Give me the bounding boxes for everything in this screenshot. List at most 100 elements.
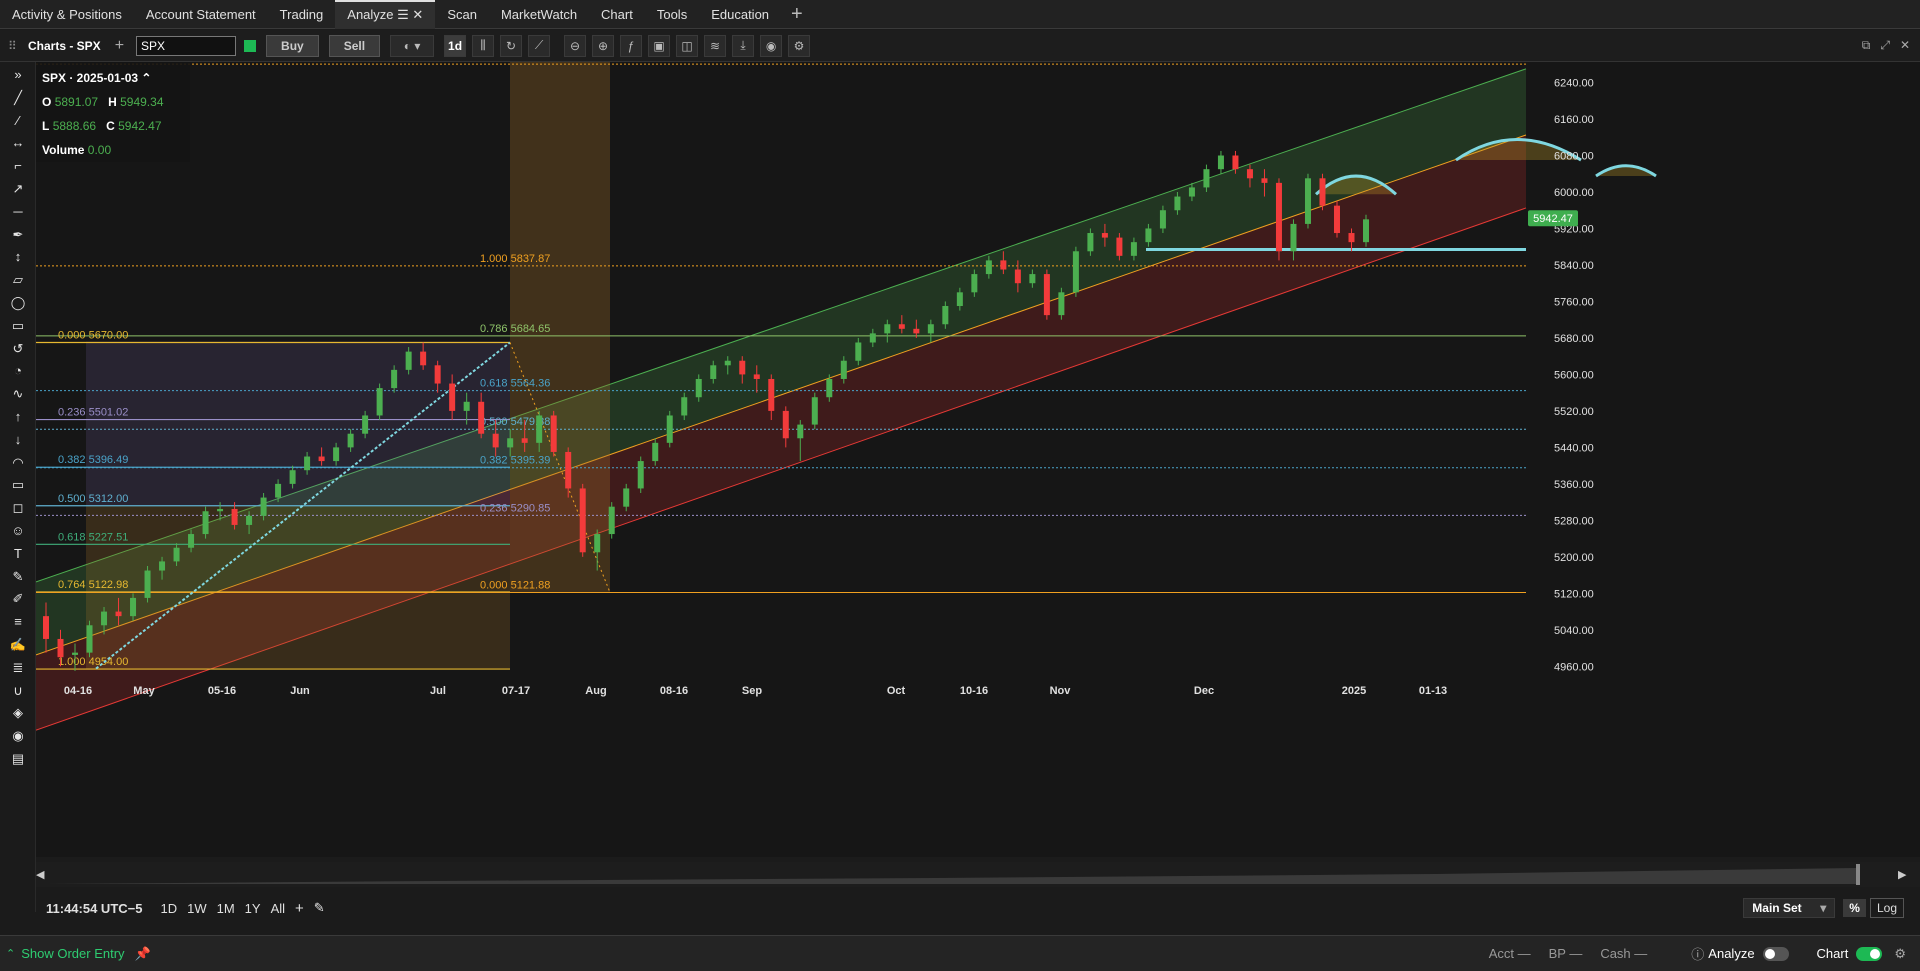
- log-toggle[interactable]: Log: [1869, 898, 1904, 918]
- arrow-up-icon[interactable]: ↑: [9, 408, 27, 426]
- info-icon: ⓘ: [1691, 947, 1705, 962]
- add-range-icon[interactable]: +: [295, 900, 304, 917]
- tab-education[interactable]: Education: [699, 0, 781, 29]
- tab-chart[interactable]: Chart: [589, 0, 645, 29]
- fib-ext-label: 1.618 6280.35: [480, 62, 550, 63]
- settings-gear-icon[interactable]: ⚙: [1894, 946, 1906, 962]
- expand-icon[interactable]: »: [9, 66, 27, 84]
- tab-trading[interactable]: Trading: [268, 0, 336, 29]
- camera-icon[interactable]: ◉: [760, 34, 783, 57]
- buy-button[interactable]: Buy: [266, 34, 319, 57]
- show-order-entry-link[interactable]: Show Order Entry: [21, 946, 124, 961]
- trendline-icon[interactable]: ╱: [9, 89, 27, 107]
- expand-icon[interactable]: ⤢: [1880, 38, 1890, 53]
- drag-handle-icon[interactable]: ⠿: [8, 39, 18, 53]
- range-1y-button[interactable]: 1Y: [245, 901, 261, 916]
- settings-gear-icon[interactable]: ⚙: [788, 34, 811, 57]
- chart-style-dropdown-icon[interactable]: ◐ ▾: [390, 34, 435, 57]
- sell-button[interactable]: Sell: [328, 34, 381, 57]
- x-tick-label: 08-16: [660, 685, 688, 697]
- eye-icon[interactable]: ◉: [9, 727, 27, 745]
- range-all-button[interactable]: All: [271, 901, 285, 916]
- rectangle-icon[interactable]: ▭: [9, 317, 27, 335]
- tab-account[interactable]: Account Statement: [134, 0, 268, 29]
- refresh-icon[interactable]: ↻: [500, 34, 523, 57]
- price-chart[interactable]: 0.000 5670.00 0.236 5501.02 0.382 5396.49 0…: [35, 51, 1920, 857]
- layout-icon[interactable]: ◫: [676, 34, 699, 57]
- ohlc-header[interactable]: SPX · 2025-01-03 ⌃: [42, 71, 151, 85]
- y-tick-label: 5680.00: [1554, 333, 1594, 345]
- candle-body: [521, 438, 528, 443]
- fib-ext-label: 0.236 5290.85: [480, 502, 550, 514]
- fib-icon[interactable]: ≣: [9, 659, 27, 677]
- x-tick-label: 10-16: [960, 685, 988, 697]
- emoji-icon[interactable]: ☺: [9, 522, 27, 540]
- candle-body: [666, 415, 673, 443]
- symbol-input[interactable]: [136, 35, 237, 56]
- tab-scan[interactable]: Scan: [435, 0, 489, 29]
- link-color-icon[interactable]: [244, 39, 257, 52]
- arc-icon[interactable]: ◠: [9, 454, 27, 472]
- pen-icon[interactable]: ✒: [9, 226, 27, 244]
- interval-button[interactable]: 1d: [444, 34, 467, 57]
- chart-canvas[interactable]: 0.000 5670.00 0.236 5501.02 0.382 5396.49 0…: [35, 51, 1920, 857]
- image-icon[interactable]: ▣: [648, 34, 671, 57]
- ellipse-icon[interactable]: ◯: [9, 294, 27, 312]
- add-tab-icon[interactable]: +: [781, 3, 813, 26]
- range-1d-button[interactable]: 1D: [160, 901, 177, 916]
- popout-icon[interactable]: ⧉: [1862, 38, 1871, 53]
- magnet-icon[interactable]: ∪: [9, 682, 27, 700]
- navigator-scrollbar[interactable]: ◀ ▶: [36, 862, 1920, 887]
- zoom-out-icon[interactable]: ⊖: [564, 34, 587, 57]
- arrow-down-icon[interactable]: ↓: [9, 431, 27, 449]
- brush-icon[interactable]: ⌐: [9, 157, 27, 175]
- candle-body: [304, 456, 311, 471]
- percent-toggle[interactable]: %: [1843, 899, 1866, 917]
- pattern-icon[interactable]: ≡: [9, 613, 27, 631]
- svg-text:▶: ▶: [1898, 869, 1907, 881]
- layers-icon[interactable]: ≋: [704, 34, 727, 57]
- y-tick-label: 6240.00: [1554, 78, 1594, 90]
- lasso-icon[interactable]: ↺: [9, 340, 27, 358]
- range-1m-button[interactable]: 1M: [217, 901, 235, 916]
- fill-icon[interactable]: ◔: [9, 362, 27, 380]
- vertical-line-icon[interactable]: ↕: [9, 248, 27, 266]
- range-1w-button[interactable]: 1W: [187, 901, 207, 916]
- wave-icon[interactable]: ∿: [9, 385, 27, 403]
- analyze-toggle[interactable]: [1762, 946, 1789, 961]
- y-tick-label: 6000.00: [1554, 187, 1594, 199]
- tab-marketwatch[interactable]: MarketWatch: [489, 0, 589, 29]
- draw-icon[interactable]: ✍: [9, 636, 27, 654]
- tab-tools[interactable]: Tools: [645, 0, 699, 29]
- fib-left-label: 0.618 5227.51: [58, 531, 128, 543]
- zoom-in-icon[interactable]: ⊕: [592, 34, 615, 57]
- studies-icon[interactable]: ⟋: [528, 34, 551, 57]
- order-entry-chevron-icon[interactable]: ⌃: [6, 947, 15, 960]
- study-set-dropdown[interactable]: Main Set ▾: [1743, 898, 1836, 918]
- ray-icon[interactable]: ⁄: [9, 112, 27, 130]
- fib-left-label: 0.236 5501.02: [58, 407, 128, 419]
- highlighter-icon[interactable]: ✐: [9, 590, 27, 608]
- tab-analyze[interactable]: Analyze ☰ ✕: [335, 0, 436, 29]
- horizontal-line-icon[interactable]: ↔: [9, 134, 27, 152]
- comment-icon[interactable]: ◻: [9, 499, 27, 517]
- candle-body: [1145, 228, 1152, 243]
- arrow-icon[interactable]: ↗: [9, 180, 27, 198]
- close-panel-icon[interactable]: ✕: [1900, 38, 1910, 53]
- edit-pencil-icon[interactable]: ✎: [314, 900, 325, 916]
- channel-icon[interactable]: ▱: [9, 271, 27, 289]
- line-icon[interactable]: ─: [9, 203, 27, 221]
- formula-icon[interactable]: ƒ: [620, 34, 643, 57]
- text-icon[interactable]: T: [9, 545, 27, 563]
- candles-icon[interactable]: ⫼: [472, 34, 495, 57]
- pin-icon[interactable]: 📌: [135, 946, 151, 962]
- callout-icon[interactable]: ▭: [9, 476, 27, 494]
- download-icon[interactable]: ⤓: [732, 34, 755, 57]
- tab-activity[interactable]: Activity & Positions: [0, 0, 134, 29]
- add-panel-icon[interactable]: +: [115, 37, 124, 55]
- candle-body: [376, 388, 383, 416]
- pin-icon[interactable]: ◈: [9, 704, 27, 722]
- trash-icon[interactable]: ▤: [9, 750, 27, 768]
- paint-icon[interactable]: ✎: [9, 568, 27, 586]
- chart-toggle[interactable]: [1856, 946, 1883, 961]
